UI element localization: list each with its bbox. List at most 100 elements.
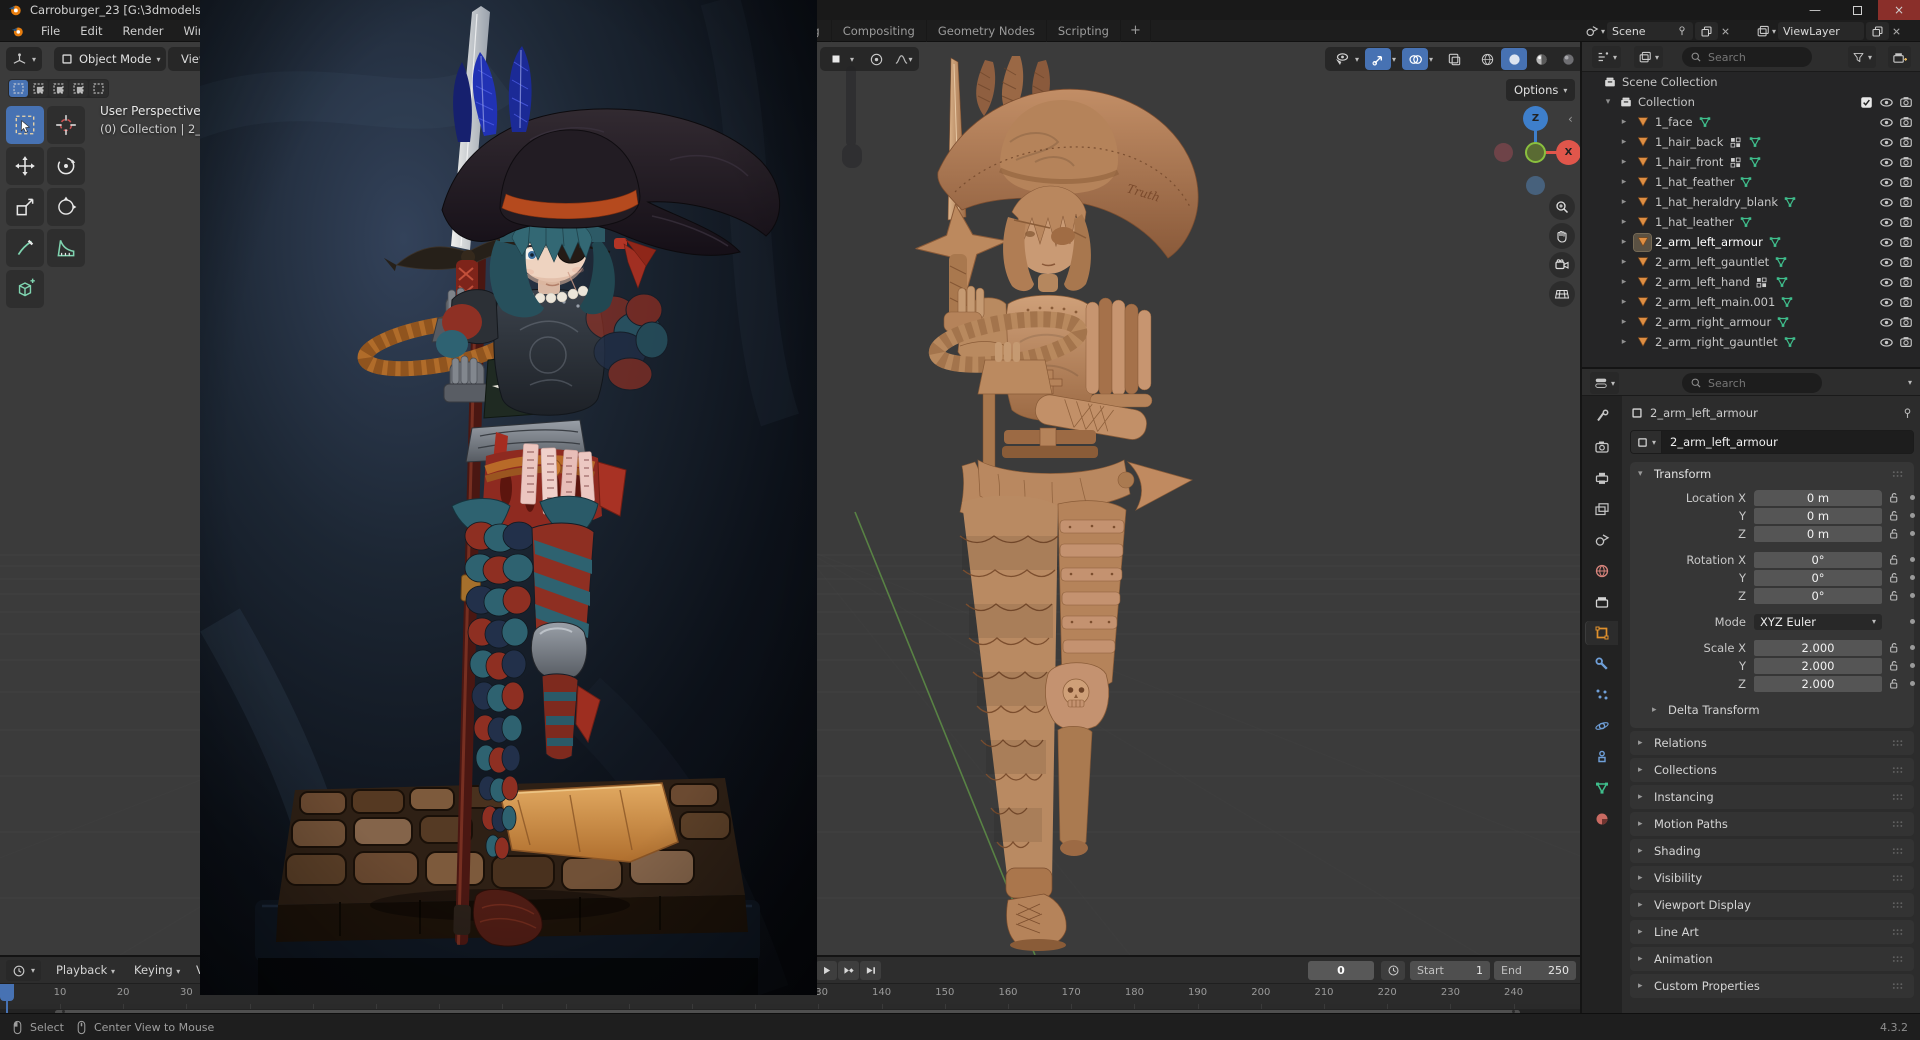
maximize-button[interactable] <box>1836 0 1878 20</box>
lock-icon[interactable] <box>1882 659 1904 672</box>
number-field[interactable]: 0 m <box>1754 526 1882 542</box>
properties-tab-output[interactable] <box>1586 466 1618 490</box>
eye-icon[interactable] <box>1878 114 1894 130</box>
properties-tab-particles[interactable] <box>1586 683 1618 707</box>
lock-icon[interactable] <box>1882 491 1904 504</box>
outliner-scene-collection[interactable]: Scene Collection <box>1582 72 1920 92</box>
transform-pivot-dropdown[interactable] <box>823 48 849 70</box>
object-name[interactable]: 1_hair_back <box>1655 135 1723 149</box>
drag-handle-icon[interactable] <box>1891 819 1906 829</box>
outliner-search-input[interactable] <box>1708 51 1798 64</box>
object-name[interactable]: 2_arm_left_gauntlet <box>1655 255 1769 269</box>
outliner-item[interactable]: ▸2_arm_left_armour <box>1582 232 1920 252</box>
drag-handle-icon[interactable] <box>1891 792 1906 802</box>
current-frame-field[interactable]: 0 <box>1308 961 1374 980</box>
axis-x-neg-ball[interactable] <box>1494 143 1513 162</box>
properties-tab-material[interactable] <box>1586 807 1618 831</box>
properties-tab-collection[interactable] <box>1586 590 1618 614</box>
properties-tab-physics[interactable] <box>1586 714 1618 738</box>
number-field[interactable]: 0 m <box>1754 490 1882 506</box>
camera-visibility-icon[interactable] <box>1898 214 1914 230</box>
object-name[interactable]: 2_arm_left_armour <box>1655 235 1763 249</box>
end-frame-field[interactable]: End250 <box>1494 961 1576 980</box>
eye-icon[interactable] <box>1878 254 1894 270</box>
tab-geometry-nodes[interactable]: Geometry Nodes <box>927 20 1047 42</box>
lock-icon[interactable] <box>1882 553 1904 566</box>
tool-rotate[interactable] <box>47 147 85 185</box>
shading-rendered-button[interactable] <box>1555 48 1580 70</box>
camera-visibility-icon[interactable] <box>1898 174 1914 190</box>
outliner-item[interactable]: ▸1_face <box>1582 112 1920 132</box>
animate-dot[interactable] <box>1910 531 1915 536</box>
outliner-collection[interactable]: ▾ Collection <box>1582 92 1920 112</box>
camera-visibility-icon[interactable] <box>1898 254 1914 270</box>
tool-annotate[interactable] <box>6 229 44 267</box>
animate-dot[interactable] <box>1910 575 1915 580</box>
orthographic-toggle-button[interactable] <box>1549 281 1575 307</box>
pin-icon[interactable] <box>1901 407 1914 420</box>
animate-dot[interactable] <box>1910 663 1915 668</box>
panel-viewport-display[interactable]: ▸Viewport Display <box>1630 893 1914 917</box>
eye-icon[interactable] <box>1878 294 1894 310</box>
outliner-item[interactable]: ▸ 2_arm_left_main.001 <box>1582 292 1920 312</box>
eye-icon[interactable] <box>1878 234 1894 250</box>
collapse-icon[interactable]: ▾ <box>1602 97 1614 107</box>
axis-x-ball[interactable]: X <box>1556 140 1580 165</box>
expand-icon[interactable]: ▸ <box>1618 317 1630 327</box>
drag-handle-icon[interactable] <box>1891 954 1906 964</box>
add-workspace-button[interactable]: + <box>1121 20 1151 42</box>
viewlayer-icon[interactable] <box>1756 24 1770 38</box>
properties-tab-constraints[interactable] <box>1586 745 1618 769</box>
camera-visibility-icon[interactable] <box>1898 334 1914 350</box>
chevron-down-icon[interactable]: ▾ <box>1601 27 1605 36</box>
properties-options-chevron[interactable]: ▾ <box>1908 378 1912 387</box>
lock-icon[interactable] <box>1882 677 1904 690</box>
properties-tab-world[interactable] <box>1586 559 1618 583</box>
menu-file[interactable]: File <box>31 20 70 42</box>
tool-cursor[interactable] <box>47 106 85 144</box>
animate-dot[interactable] <box>1910 557 1915 562</box>
number-field[interactable]: 2.000 <box>1754 676 1882 692</box>
drag-handle-icon[interactable] <box>1891 900 1906 910</box>
object-name[interactable]: 1_hat_leather <box>1655 215 1734 229</box>
panel-animation[interactable]: ▸Animation <box>1630 947 1914 971</box>
object-name[interactable]: 2_arm_left_main.001 <box>1655 295 1775 309</box>
use-preview-range-button[interactable] <box>1381 961 1405 980</box>
animate-dot[interactable] <box>1910 681 1915 686</box>
object-name[interactable]: 1_hat_feather <box>1655 175 1734 189</box>
viewlayer-copy-button[interactable] <box>1866 22 1889 40</box>
tab-scripting[interactable]: Scripting <box>1047 20 1121 42</box>
animate-dot[interactable] <box>1910 619 1915 624</box>
properties-tab-viewlayer[interactable] <box>1586 497 1618 521</box>
collection-checkbox[interactable] <box>1858 94 1874 110</box>
shading-solid-button[interactable] <box>1501 48 1527 70</box>
eye-icon[interactable] <box>1878 94 1894 110</box>
play-button[interactable] <box>816 961 837 980</box>
camera-visibility-icon[interactable] <box>1898 314 1914 330</box>
properties-tab-modifiers[interactable] <box>1586 652 1618 676</box>
outliner-item[interactable]: ▸1_hat_leather <box>1582 212 1920 232</box>
chevron-down-icon[interactable]: ▾ <box>1772 27 1776 36</box>
shading-wireframe-button[interactable] <box>1474 48 1500 70</box>
expand-icon[interactable]: ▸ <box>1618 177 1630 187</box>
properties-search[interactable] <box>1682 373 1822 393</box>
pan-button[interactable] <box>1549 223 1575 249</box>
object-name[interactable]: 1_hair_front <box>1655 155 1723 169</box>
start-frame-field[interactable]: Start1 <box>1410 961 1490 980</box>
number-field[interactable]: 2.000 <box>1754 658 1882 674</box>
select-mode-invert[interactable] <box>69 80 88 97</box>
tool-move[interactable] <box>6 147 44 185</box>
number-field[interactable]: 0° <box>1754 588 1882 604</box>
expand-icon[interactable]: ▸ <box>1618 297 1630 307</box>
panel-relations[interactable]: ▸Relations <box>1630 731 1914 755</box>
camera-visibility-icon[interactable] <box>1898 274 1914 290</box>
expand-icon[interactable]: ▸ <box>1618 157 1630 167</box>
expand-icon[interactable]: ▸ <box>1618 197 1630 207</box>
eye-icon[interactable] <box>1878 214 1894 230</box>
outliner-item[interactable]: ▸ 1_hat_feather <box>1582 172 1920 192</box>
outliner-item[interactable]: ▸ 2_arm_left_gauntlet <box>1582 252 1920 272</box>
expand-icon[interactable]: ▸ <box>1618 257 1630 267</box>
blender-menu-icon[interactable] <box>10 25 25 38</box>
drag-handle-icon[interactable] <box>1891 981 1906 991</box>
drag-handle-icon[interactable] <box>1891 738 1906 748</box>
